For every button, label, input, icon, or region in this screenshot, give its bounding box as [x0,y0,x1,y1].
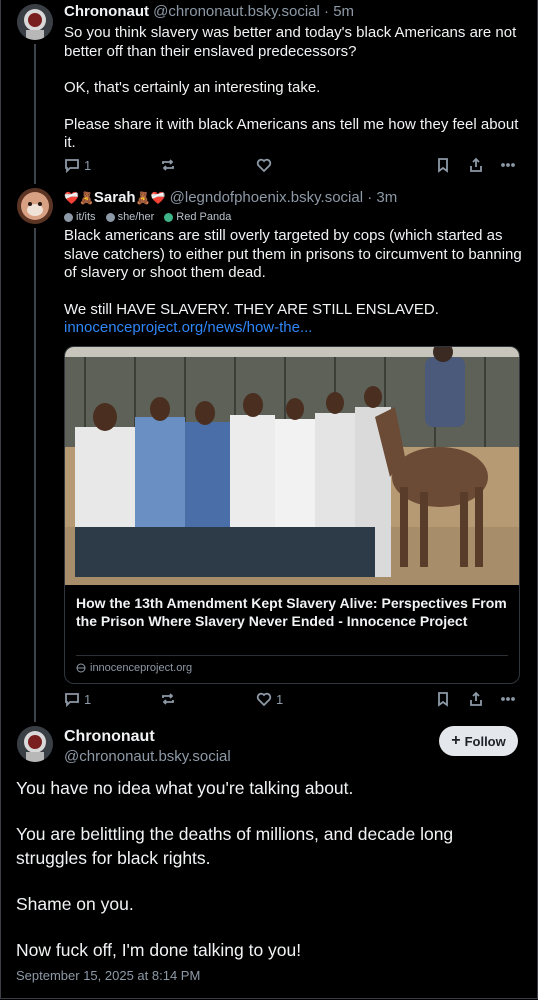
post-text: So you think slavery was better and toda… [64,24,522,153]
author-handle[interactable]: @legndofphoenix.bsky.social [170,189,363,206]
more-icon [501,697,515,701]
bookmark-icon [438,692,448,707]
like-count: 1 [276,691,284,707]
post-text: Black americans are still overly targete… [64,227,522,338]
post-chrononaut[interactable]: Chrononaut @chrononaut.bsky.social · 5m … [64,3,522,153]
post-header: Chrononaut @chrononaut.bsky.social · 5m [64,3,522,21]
globe-icon [76,663,86,673]
reply-count: 1 [84,157,92,173]
reply-icon [65,693,79,707]
reply-count: 1 [84,691,92,707]
post-paragraph: You have no idea what you're talking abo… [16,778,354,798]
author-handle[interactable]: @chrononaut.bsky.social [153,3,320,20]
label-icon [164,212,174,222]
post-paragraph: Black americans are still overly targete… [64,227,522,281]
profile-labels: it/its she/her Red Panda [64,211,522,223]
post-paragraph: We still HAVE SLAVERY. THEY ARE STILL EN… [64,300,439,318]
label-icon [64,212,73,222]
avatar-sarah[interactable] [17,188,53,224]
post-actions: 1 [64,157,516,175]
main-post-text: You have no idea what you're talking abo… [16,776,522,984]
post-header: ❤️‍🩹🧸Sarah🧸❤️‍🩹 @legndofphoenix.bsky.soc… [64,189,522,207]
repost-icon [162,159,174,171]
post-time[interactable]: · 3m [367,189,397,206]
label-text: Red Panda [176,211,232,223]
reply-button[interactable]: 1 [64,691,91,707]
label-badge[interactable]: Red Panda [164,211,231,223]
post-paragraph: OK, that's certainly an interesting take… [64,79,321,96]
like-button[interactable] [256,157,272,173]
avatar-chrononaut[interactable] [17,4,53,40]
repost-icon [162,693,174,705]
post-paragraph: So you think slavery was better and toda… [64,24,517,60]
post-link[interactable]: innocenceproject.org/news/how-the... [64,319,522,338]
thread-connector [34,44,36,184]
author-handle[interactable]: @chrononaut.bsky.social [64,747,231,767]
plus-icon: + [451,732,461,749]
label-text: she/her [117,211,155,223]
post-paragraph: You are belittling the deaths of million… [16,824,454,868]
bookmark-icon [438,158,448,173]
repost-button[interactable] [160,691,176,707]
follow-button[interactable]: + Follow [439,726,518,756]
author-name[interactable]: Sarah [94,189,136,206]
post-actions: 1 1 [64,691,516,709]
like-button[interactable]: 1 [256,691,283,707]
reply-button[interactable]: 1 [64,157,91,173]
post-sarah[interactable]: ❤️‍🩹🧸Sarah🧸❤️‍🩹 @legndofphoenix.bsky.soc… [64,189,522,338]
bookmark-button[interactable] [435,157,451,173]
label-icon [105,212,115,222]
more-button[interactable] [500,691,516,707]
share-icon [470,691,482,706]
bookmark-button[interactable] [435,691,451,707]
post-timestamp[interactable]: September 15, 2025 at 8:14 PM [16,968,200,983]
share-button[interactable] [468,157,484,173]
post-time[interactable]: · 5m [324,3,354,20]
label-badge[interactable]: it/its [64,211,96,223]
label-badge[interactable]: she/her [105,211,155,223]
card-source: innocenceproject.org [76,655,508,674]
heart-icon [256,158,272,173]
more-icon [501,163,515,167]
label-text: it/its [76,211,96,223]
avatar-chrononaut[interactable] [17,726,53,762]
name-emoji: ❤️‍🩹🧸 [64,191,94,205]
share-button[interactable] [468,691,484,707]
card-image [65,347,519,585]
reply-icon [65,159,79,173]
more-button[interactable] [500,157,516,173]
follow-label: Follow [464,733,506,749]
author-name[interactable]: Chrononaut [64,727,231,747]
link-preview-card[interactable]: How the 13th Amendment Kept Slavery Aliv… [64,346,520,684]
post-paragraph: Now fuck off, I'm done talking to you! [16,940,302,960]
card-source-domain: innocenceproject.org [90,662,193,674]
post-paragraph: Please share it with black Americans ans… [64,115,519,152]
repost-button[interactable] [160,157,176,173]
share-icon [470,157,482,172]
heart-icon [256,692,272,707]
name-emoji: 🧸❤️‍🩹 [135,191,166,205]
post-paragraph: Shame on you. [16,894,134,914]
card-title: How the 13th Amendment Kept Slavery Aliv… [76,595,507,629]
thread-connector [34,228,36,722]
author-name[interactable]: Chrononaut [64,3,149,20]
main-post-author[interactable]: Chrononaut @chrononaut.bsky.social [64,727,231,767]
